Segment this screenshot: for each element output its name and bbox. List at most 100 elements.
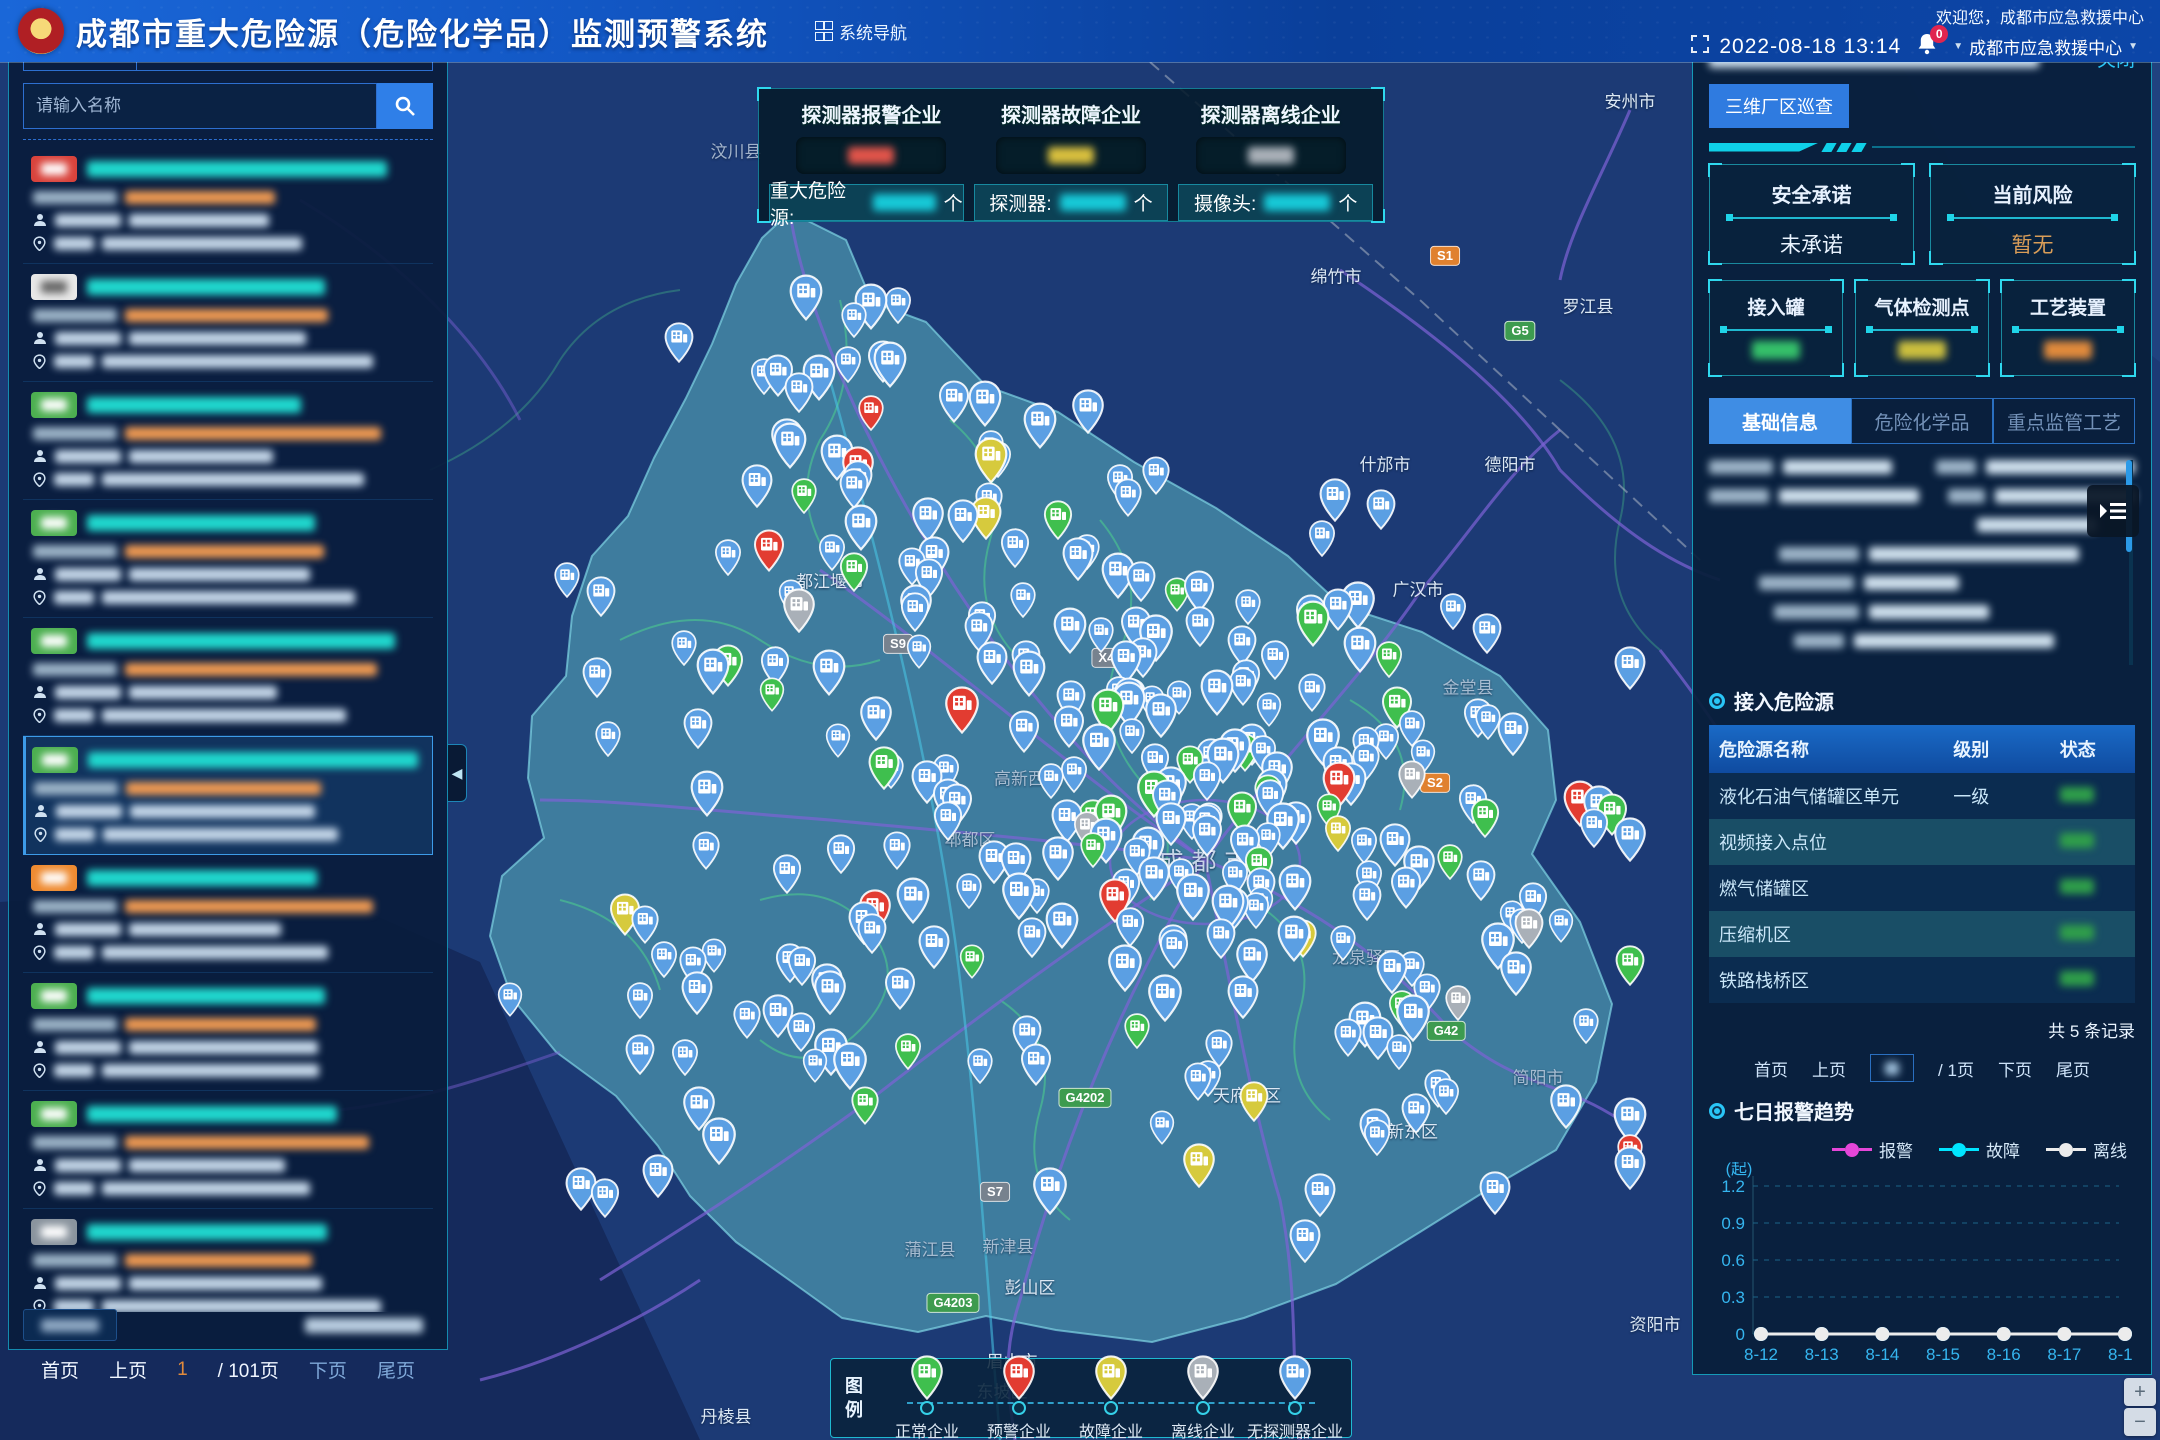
search-input[interactable]	[23, 83, 377, 129]
stat-1: 探测器故障企业	[973, 99, 1170, 174]
person-icon	[33, 1158, 47, 1172]
blurred-text	[102, 1064, 319, 1077]
alarm-pin-icon	[1002, 1355, 1036, 1405]
blurred-text	[55, 568, 121, 581]
panel-flyout-button[interactable]	[2087, 485, 2139, 537]
stat-0: 探测器报警企业	[773, 99, 970, 174]
blurred-text	[125, 545, 324, 558]
page-last[interactable]: 尾页	[377, 1356, 415, 1383]
legend-node-icon	[1012, 1401, 1026, 1415]
hz-page-prev[interactable]: 上页	[1812, 1056, 1846, 1081]
blurred-text	[125, 309, 328, 322]
legend-node-icon	[1196, 1401, 1210, 1415]
blurred-text	[102, 709, 346, 722]
svg-text:(起): (起)	[1726, 1162, 1753, 1178]
svg-text:8-18: 8-18	[2108, 1345, 2133, 1364]
tab-1[interactable]: 危险化学品	[1851, 398, 1993, 444]
hz-page-input[interactable]	[1870, 1054, 1914, 1082]
company-card[interactable]	[23, 382, 433, 500]
blurred-text	[88, 752, 418, 768]
trend-legend-item[interactable]: 报警	[1832, 1137, 1913, 1162]
chevron-down-icon: ▼	[1953, 41, 1963, 52]
table-row[interactable]: 视频接入点位	[1709, 819, 2135, 865]
company-card[interactable]	[23, 500, 433, 618]
blurred-text	[1869, 547, 2079, 561]
legend-node-icon	[1104, 1401, 1118, 1415]
section-bullet-icon	[1709, 1103, 1725, 1119]
svg-text:8-14: 8-14	[1865, 1345, 1899, 1364]
search-button[interactable]	[377, 83, 433, 129]
trend-legend-item[interactable]: 离线	[2046, 1137, 2127, 1162]
page-current[interactable]: 1	[177, 1359, 188, 1381]
blurred-text	[129, 1041, 318, 1054]
offline-pin-icon	[1186, 1355, 1220, 1405]
person-icon	[33, 1040, 47, 1054]
table-row[interactable]: 压缩机区	[1709, 911, 2135, 957]
hz-page-last[interactable]: 尾页	[2056, 1056, 2090, 1081]
page-size-box[interactable]	[23, 1309, 117, 1341]
blurred-text	[55, 1159, 121, 1172]
company-card-selected[interactable]	[23, 736, 433, 855]
company-card[interactable]	[23, 146, 433, 264]
blurred-text	[42, 754, 68, 766]
trend-legend-item[interactable]: 故障	[1939, 1137, 2020, 1162]
company-card[interactable]	[23, 1209, 433, 1312]
blurred-text	[102, 355, 373, 368]
app-logo	[18, 8, 64, 54]
zoom-in-button[interactable]: +	[2124, 1378, 2156, 1406]
blurred-text	[87, 988, 325, 1004]
page-first[interactable]: 首页	[41, 1356, 79, 1383]
blurred-text	[125, 663, 377, 676]
blurred-text	[125, 1136, 369, 1149]
blurred-text	[41, 281, 67, 293]
status-badge	[31, 274, 77, 300]
org-name[interactable]: 成都市应急救援中心	[1969, 34, 2122, 59]
blurred-text	[1779, 547, 1859, 561]
notification-bell-icon[interactable]: 0	[1917, 33, 1937, 60]
table-row[interactable]: 燃气储罐区	[1709, 865, 2135, 911]
trend-chart: (起)00.30.60.91.28-128-138-148-158-168-17…	[1709, 1162, 2135, 1389]
tab-2[interactable]: 重点监管工艺	[1993, 398, 2135, 444]
table-row[interactable]: 铁路栈桥区	[1709, 957, 2135, 1003]
blurred-text	[125, 900, 373, 913]
normal-pin-icon	[910, 1355, 944, 1405]
company-card[interactable]	[23, 618, 433, 736]
blurred-text	[1060, 194, 1126, 211]
company-card[interactable]	[23, 264, 433, 382]
blurred-text	[129, 686, 277, 699]
company-card[interactable]	[23, 855, 433, 973]
blurred-text	[54, 709, 94, 722]
zoom-out-button[interactable]: −	[2124, 1408, 2156, 1436]
system-nav-button[interactable]: 系统导航	[815, 19, 907, 44]
hz-page-first[interactable]: 首页	[1754, 1056, 1788, 1081]
page-prev[interactable]: 上页	[109, 1356, 147, 1383]
page-next[interactable]: 下页	[309, 1356, 347, 1383]
company-card[interactable]	[23, 1091, 433, 1209]
blurred-text	[1794, 634, 1844, 648]
blurred-text	[2060, 971, 2094, 986]
fullscreen-icon[interactable]	[1691, 35, 1709, 58]
blurred-text	[41, 399, 67, 411]
blurred-text	[102, 1182, 310, 1195]
person-icon	[33, 1276, 47, 1290]
company-card[interactable]	[23, 973, 433, 1091]
blurred-text	[56, 805, 122, 818]
chevron-down-icon: ▼	[2128, 41, 2138, 52]
legend-item-normal: 正常企业	[881, 1355, 973, 1440]
hazard-pagination: 首页 上页 / 1页 下页 尾页	[1709, 1054, 2135, 1082]
blurred-text	[33, 900, 117, 913]
divider	[23, 139, 433, 140]
map-zoom-control: + −	[2124, 1378, 2156, 1436]
legend-label: 无探测器企业	[1247, 1418, 1343, 1440]
location-pin-icon	[33, 472, 46, 487]
table-row[interactable]: 液化石油气储罐区单元一级	[1709, 773, 2135, 819]
hazard-table: 危险源名称级别状态 液化石油气储罐区单元一级视频接入点位燃气储罐区压缩机区铁路栈…	[1709, 725, 2135, 1003]
blurred-text	[41, 872, 67, 884]
blurred-text	[1869, 605, 1989, 619]
sidebar-collapse-tab[interactable]: ◀	[448, 744, 467, 802]
legend-item-fault: 故障企业	[1065, 1355, 1157, 1440]
tab-0[interactable]: 基础信息	[1709, 398, 1851, 444]
blurred-text	[54, 237, 94, 250]
hz-page-next[interactable]: 下页	[1998, 1056, 2032, 1081]
3d-tour-button[interactable]: 三维厂区巡查	[1709, 84, 1849, 128]
